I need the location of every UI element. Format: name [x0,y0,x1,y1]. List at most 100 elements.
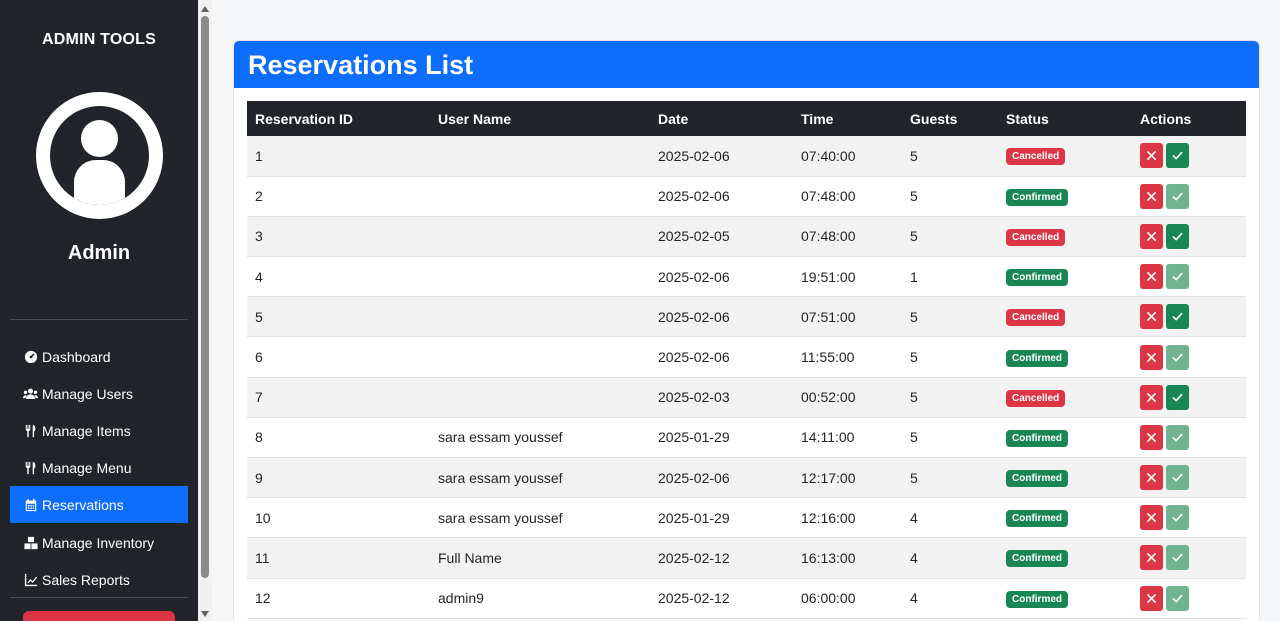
cancel-reservation-button[interactable] [1140,143,1163,169]
cell-actions [1132,337,1246,377]
cell-status: Confirmed [998,458,1132,498]
status-badge: Cancelled [1006,148,1066,166]
cell-time: 07:48:00 [801,228,856,245]
cell-reservation-id: 4 [255,268,263,285]
sidebar-item-manage-users[interactable]: Manage Users [10,375,188,412]
confirm-reservation-button[interactable] [1166,223,1189,249]
cell-date: 2025-02-06 [658,308,730,325]
scroll-down-arrow-icon[interactable] [201,611,209,617]
cell-user-name [430,297,650,337]
sidebar-item-reservations[interactable]: Reservations [10,486,188,523]
confirm-reservation-button[interactable] [1166,465,1189,491]
cancel-reservation-button[interactable] [1140,585,1163,611]
status-badge: Confirmed [1006,550,1068,568]
cell-guests: 5 [910,308,918,325]
cell-reservation-id: 2 [255,188,263,205]
close-icon [1146,271,1157,282]
cell-reservation-id: 5 [255,308,263,325]
cell-actions [1132,216,1246,256]
cell-time: 16:13:00 [801,549,856,566]
cell-guests: 4 [910,590,918,607]
cell-time: 12:16:00 [801,509,856,526]
check-icon [1172,472,1183,483]
cell-guests: 4 [910,549,918,566]
status-badge: Confirmed [1006,349,1068,367]
cell-user-name: sara essam youssef [438,509,563,526]
sidebar-item-manage-inventory[interactable]: Manage Inventory [10,524,188,561]
close-icon [1146,432,1157,443]
cell-guests: 5 [910,429,918,446]
cell-date: 2025-01-29 [658,429,730,446]
confirm-reservation-button[interactable] [1166,424,1189,450]
cell-status: Cancelled [998,297,1132,337]
cancel-reservation-button[interactable] [1140,304,1163,330]
confirm-reservation-button[interactable] [1166,264,1189,290]
sidebar: ADMIN TOOLS Admin Dashboard Manage Users… [0,0,198,621]
scroll-up-arrow-icon[interactable] [201,6,209,12]
cell-guests: 5 [910,349,918,366]
close-icon [1146,472,1157,483]
cell-status: Cancelled [998,377,1132,417]
sidebar-item-sales-reports[interactable]: Sales Reports [10,561,188,598]
cell-status: Confirmed [998,417,1132,457]
check-icon [1172,150,1183,161]
cell-reservation-id: 12 [255,590,271,607]
logout-button[interactable] [23,611,175,621]
sidebar-item-label: Reservations [42,496,124,513]
cancel-reservation-button[interactable] [1140,465,1163,491]
chart-line-icon [23,572,38,587]
cancel-reservation-button[interactable] [1140,344,1163,370]
close-icon [1146,392,1157,403]
confirm-reservation-button[interactable] [1166,344,1189,370]
cell-actions [1132,297,1246,337]
cell-status: Confirmed [998,578,1132,618]
cell-guests: 5 [910,469,918,486]
cell-status: Confirmed [998,498,1132,538]
confirm-reservation-button[interactable] [1166,505,1189,531]
cell-reservation-id: 1 [255,147,263,164]
sidebar-item-dashboard[interactable]: Dashboard [10,338,188,375]
cancel-reservation-button[interactable] [1140,264,1163,290]
confirm-reservation-button[interactable] [1166,384,1189,410]
table-row: 8 sara essam youssef 2025-01-29 14:11:00 5 Co… [247,417,1246,458]
cell-actions [1132,498,1246,538]
cancel-reservation-button[interactable] [1140,424,1163,450]
check-icon [1172,191,1183,202]
table-row: 1 2025-02-06 07:40:00 5 Cancelled [247,136,1246,177]
sidebar-item-manage-menu[interactable]: Manage Menu [10,449,188,486]
status-badge: Cancelled [1006,389,1066,407]
close-icon [1146,352,1157,363]
cancel-reservation-button[interactable] [1140,505,1163,531]
cell-reservation-id: 11 [255,549,270,566]
cell-status: Confirmed [998,538,1132,578]
close-icon [1146,191,1157,202]
confirm-reservation-button[interactable] [1166,143,1189,169]
table-row: 11 Full Name 2025-02-12 16:13:00 4 Confirmed [247,537,1246,579]
cell-user-name [430,337,650,377]
confirm-reservation-button[interactable] [1166,304,1189,330]
close-icon [1146,231,1157,242]
status-badge: Confirmed [1006,590,1068,608]
sidebar-scrollbar[interactable] [198,0,212,621]
cell-date: 2025-02-12 [658,549,730,566]
cancel-reservation-button[interactable] [1140,545,1163,571]
confirm-reservation-button[interactable] [1166,585,1189,611]
scroll-thumb[interactable] [201,16,209,578]
status-badge: Confirmed [1006,269,1068,287]
check-icon [1172,432,1183,443]
cancel-reservation-button[interactable] [1140,223,1163,249]
cell-date: 2025-01-29 [658,509,730,526]
reservations-table: Reservation ID User Name Date Time Guest… [247,101,1246,619]
confirm-reservation-button[interactable] [1166,183,1189,209]
cell-date: 2025-02-06 [658,469,730,486]
cell-time: 19:51:00 [801,268,856,285]
cell-time: 07:48:00 [801,188,856,205]
utensils-icon [23,460,38,475]
cancel-reservation-button[interactable] [1140,183,1163,209]
utensils-icon [23,423,38,438]
cancel-reservation-button[interactable] [1140,384,1163,410]
sidebar-item-manage-items[interactable]: Manage Items [10,412,188,449]
confirm-reservation-button[interactable] [1166,545,1189,571]
table-row: 5 2025-02-06 07:51:00 5 Cancelled [247,296,1246,337]
calendar-icon [23,497,38,512]
